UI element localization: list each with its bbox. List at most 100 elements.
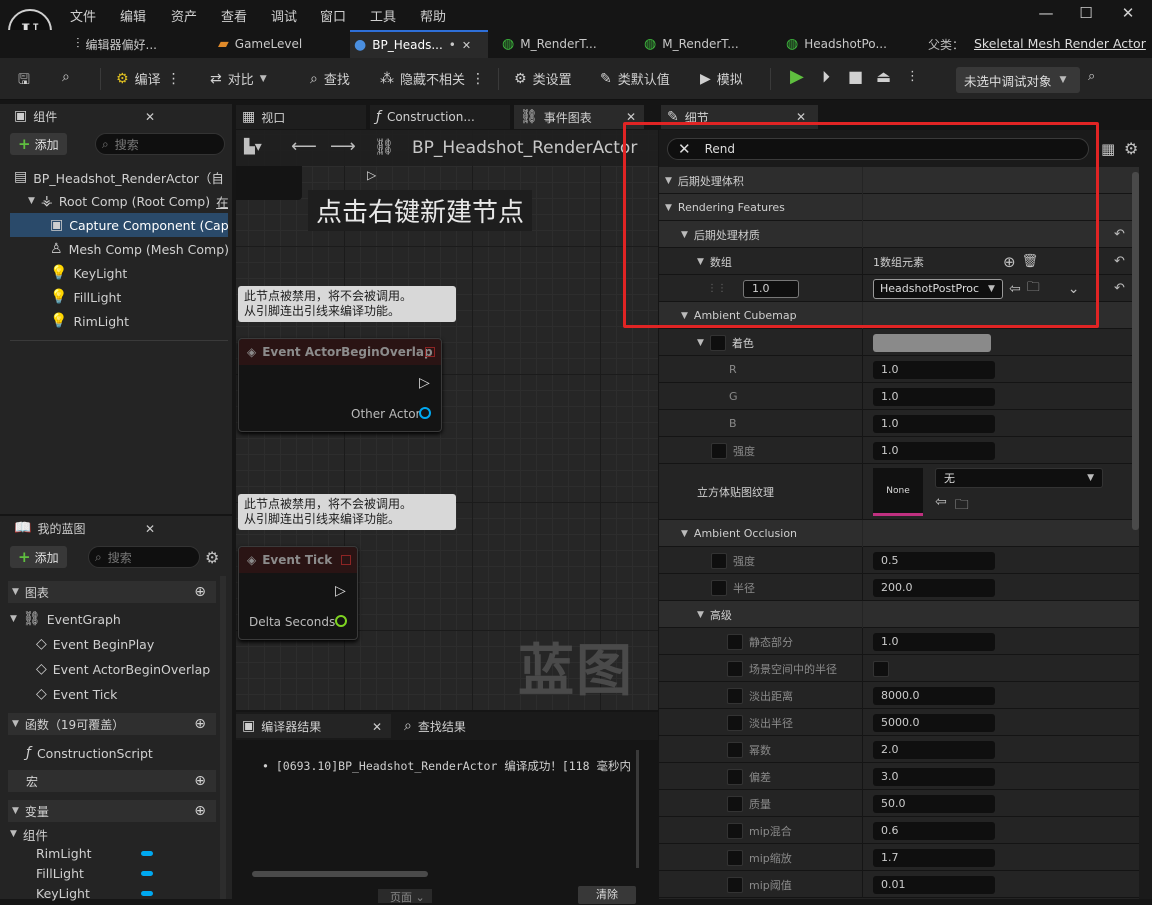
diff-button[interactable]: ⇄ 对比 ▼: [210, 69, 267, 89]
clear-search-icon[interactable]: ✕: [678, 140, 691, 158]
browse-folder-icon[interactable]: 🗀: [1027, 278, 1040, 300]
components-tab[interactable]: ▣ 组件: [8, 104, 165, 128]
expand-icon[interactable]: ⌄: [1068, 281, 1080, 297]
chevron-down-icon[interactable]: ▼: [697, 338, 704, 348]
object-pin[interactable]: [419, 407, 431, 419]
find-button[interactable]: ⌕ 查找: [310, 69, 350, 89]
close-panel-icon[interactable]: ✕: [145, 522, 155, 536]
tree-item-keylight[interactable]: 💡 KeyLight: [10, 261, 228, 285]
number-field[interactable]: 1.7: [873, 848, 995, 867]
forward-arrow-icon[interactable]: ⟶: [330, 136, 356, 157]
chevron-down-icon[interactable]: ▼: [697, 610, 704, 620]
table-view-icon[interactable]: ▦: [1101, 140, 1115, 158]
details-search-input[interactable]: ✕ Rend: [667, 138, 1089, 160]
menu-edit[interactable]: 编辑: [120, 6, 146, 25]
number-field[interactable]: 1.0: [873, 387, 995, 406]
details-scrollbar[interactable]: [1132, 172, 1139, 530]
tree-item-capture-component[interactable]: ▣ Capture Component (Captu: [10, 213, 228, 237]
construction-script-item[interactable]: ƒ ConstructionScript: [26, 741, 153, 765]
add-circle-icon[interactable]: ⊕: [194, 803, 206, 819]
event-item[interactable]: ◇ Event Tick: [36, 682, 117, 706]
close-panel-icon[interactable]: ✕: [145, 110, 155, 124]
number-field[interactable]: 2.0: [873, 740, 995, 759]
override-checkbox[interactable]: [727, 822, 743, 839]
color-swatch[interactable]: [873, 333, 991, 352]
add-element-icon[interactable]: ⊕: [1003, 253, 1016, 271]
chevron-down-icon[interactable]: ▼: [665, 203, 672, 213]
override-checkbox[interactable]: [727, 876, 743, 893]
event-item[interactable]: ◇ Event BeginPlay: [36, 632, 154, 656]
close-tab-icon[interactable]: ✕: [796, 110, 806, 124]
number-field[interactable]: 1.0: [873, 441, 995, 460]
chevron-down-icon[interactable]: ▼: [697, 257, 704, 267]
chevron-down-icon[interactable]: ▼: [681, 529, 688, 539]
menu-file[interactable]: 文件: [70, 6, 96, 25]
texture-dropdown[interactable]: 无 ▼: [935, 468, 1103, 488]
detail-row[interactable]: ▼ 高级: [659, 601, 1139, 628]
tab-game-level[interactable]: ▰ GameLevel: [214, 30, 344, 58]
event-tick-node[interactable]: ◈ Event Tick ▷ Delta Seconds: [238, 546, 358, 640]
back-arrow-icon[interactable]: ⟵: [291, 136, 317, 157]
tree-item-rimlight[interactable]: 💡 RimLight: [10, 309, 228, 333]
tab-compiler-results[interactable]: ▣ 编译器结果: [236, 714, 391, 738]
tab-event-graph[interactable]: ⛓ 事件图表: [514, 105, 644, 129]
reset-to-default-icon[interactable]: ↶: [1114, 281, 1125, 296]
menu-view[interactable]: 查看: [221, 6, 247, 25]
tab-viewport[interactable]: ▦ 视口: [236, 105, 366, 129]
menu-asset[interactable]: 资产: [171, 6, 197, 25]
material-dropdown[interactable]: HeadshotPostProc ▼: [873, 278, 1003, 299]
bookmark-icon[interactable]: ▙▾: [244, 139, 262, 155]
tab-bp-headshot[interactable]: ● BP_Heads... • ✕: [350, 30, 488, 58]
event-graph-item[interactable]: ▼ ⛓ EventGraph: [10, 607, 121, 631]
override-checkbox[interactable]: [727, 795, 743, 812]
tab-m-rendert-1[interactable]: ◍ M_RenderT...: [498, 30, 628, 58]
chevron-down-icon[interactable]: ▼: [665, 176, 672, 186]
browse-folder-icon[interactable]: 🗀: [955, 494, 969, 518]
page-dropdown[interactable]: 页面 ⌄: [378, 889, 432, 904]
graphs-section[interactable]: ▼ 图表 ⊕: [8, 581, 216, 603]
property-label[interactable]: 1.0: [743, 279, 799, 298]
number-field[interactable]: 3.0: [873, 767, 995, 786]
menu-debug[interactable]: 调试: [271, 6, 297, 25]
stop-icon[interactable]: ■: [848, 67, 863, 86]
eject-icon[interactable]: ⏏: [876, 67, 891, 86]
override-checkbox[interactable]: [727, 633, 743, 650]
detail-row[interactable]: ▼ 后期处理材质 ↶: [659, 221, 1139, 248]
save-button[interactable]: 🖫: [18, 69, 30, 93]
my-blueprint-search-input[interactable]: ⌕ 搜索: [88, 546, 200, 568]
tab-construction-script[interactable]: ƒ Construction...: [370, 105, 510, 129]
debug-options-icon[interactable]: ⌕: [1088, 69, 1095, 84]
menu-tools[interactable]: 工具: [370, 6, 396, 25]
tree-item-mesh-comp[interactable]: ♙ Mesh Comp (Mesh Comp): [10, 237, 228, 261]
add-circle-icon[interactable]: ⊕: [194, 584, 206, 600]
tab-m-rendert-2[interactable]: ◍ M_RenderT...: [640, 30, 770, 58]
override-checkbox[interactable]: [727, 714, 743, 731]
number-field[interactable]: 0.6: [873, 821, 995, 840]
parent-class-link[interactable]: Skeletal Mesh Render Actor: [974, 36, 1146, 51]
number-field[interactable]: 0.01: [873, 875, 995, 894]
float-pin[interactable]: [335, 615, 347, 627]
add-circle-icon[interactable]: ⊕: [194, 716, 206, 732]
gear-icon[interactable]: ⚙: [1124, 139, 1138, 158]
simulate-button[interactable]: ▶ 模拟: [700, 69, 743, 89]
delegate-pin[interactable]: [425, 347, 435, 357]
functions-section[interactable]: ▼ 函数（19可覆盖） ⊕: [8, 713, 216, 735]
override-checkbox[interactable]: [727, 849, 743, 866]
close-tab-icon[interactable]: ✕: [626, 110, 636, 124]
partial-node[interactable]: [236, 166, 302, 200]
use-selected-icon[interactable]: ⇦: [1009, 281, 1021, 297]
delegate-pin[interactable]: [341, 555, 351, 565]
use-selected-icon[interactable]: ⇦: [935, 494, 947, 518]
debug-target-dropdown[interactable]: 未选中调试对象 ▼: [956, 67, 1080, 93]
number-field[interactable]: 1.0: [873, 360, 995, 379]
gear-icon[interactable]: ⚙: [205, 548, 219, 567]
detail-row[interactable]: ▼ Ambient Occlusion: [659, 520, 1139, 547]
override-checkbox[interactable]: [711, 552, 727, 569]
class-defaults-button[interactable]: ✎ 类默认值: [600, 69, 670, 89]
detail-row[interactable]: ▼ Ambient Cubemap: [659, 302, 1139, 329]
detail-row[interactable]: ▼ 后期处理体积: [659, 167, 1139, 194]
variables-section[interactable]: ▼ 变量 ⊕: [8, 800, 216, 822]
variable-item[interactable]: KeyLight: [36, 881, 90, 905]
number-field[interactable]: 1.0: [873, 632, 995, 651]
override-checkbox[interactable]: [711, 442, 727, 459]
